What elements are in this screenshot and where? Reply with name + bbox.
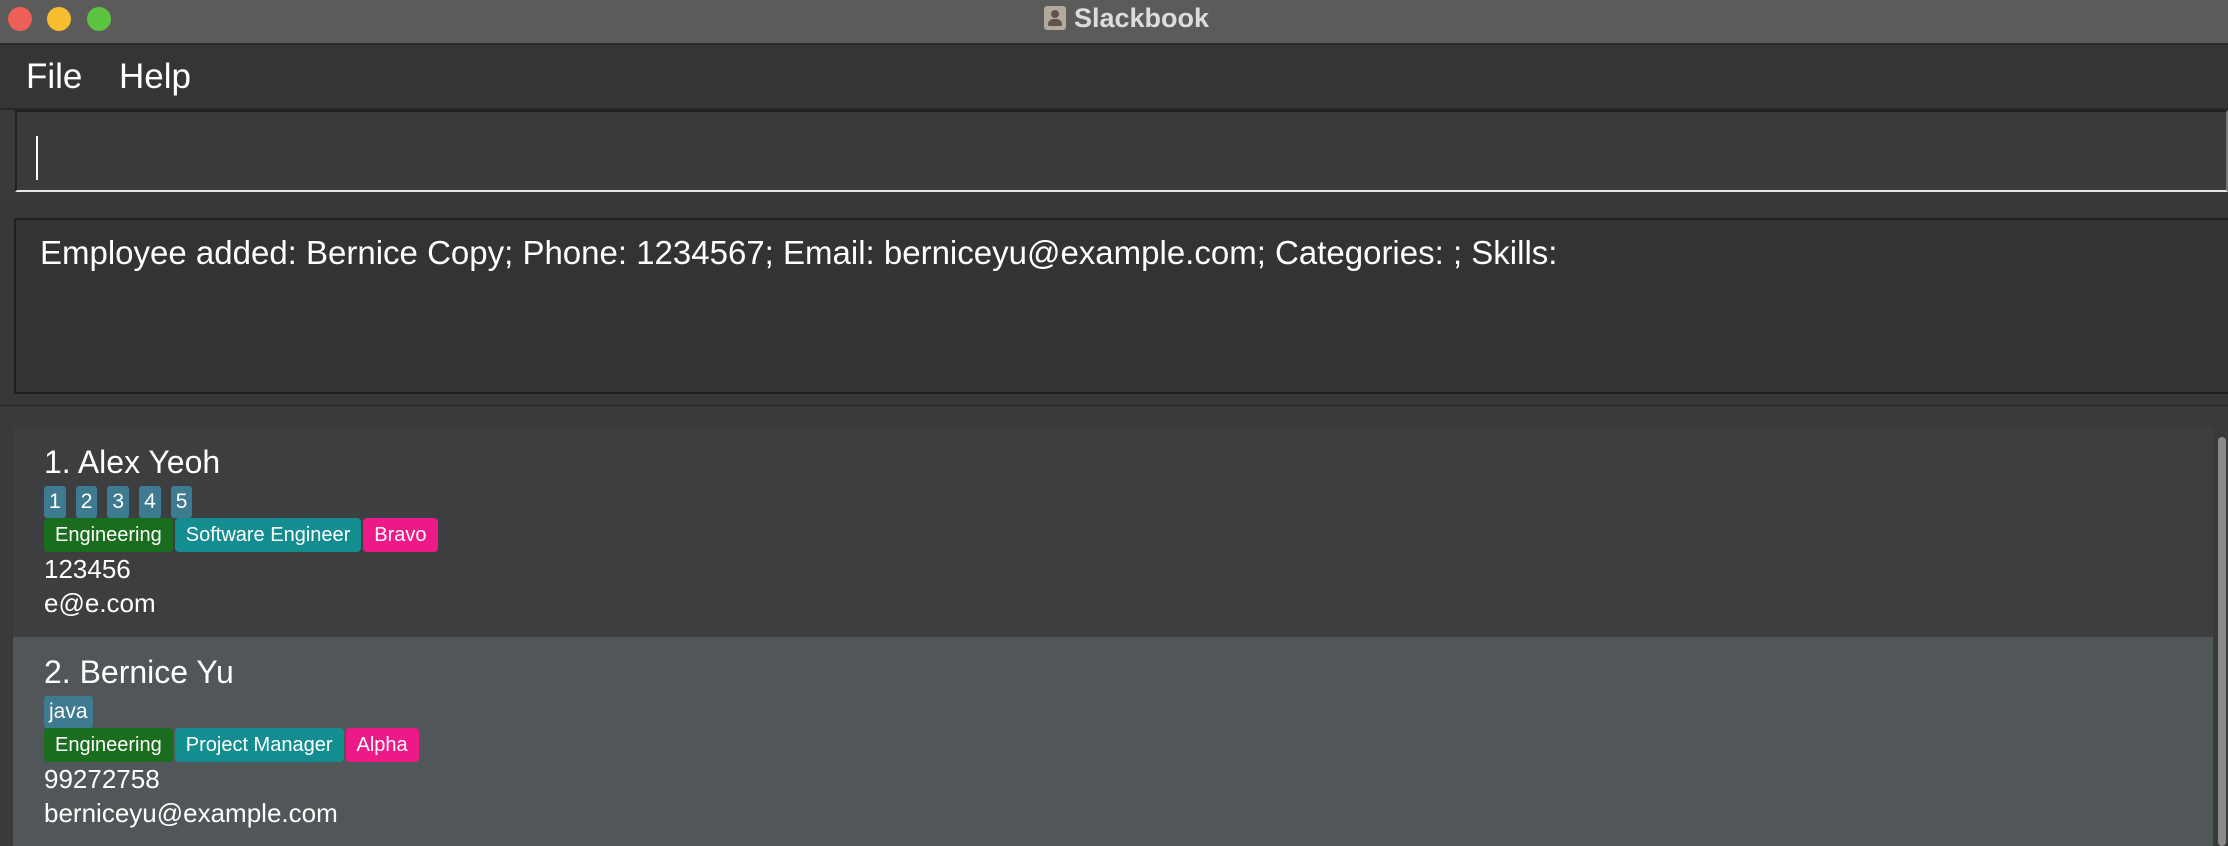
menu-help[interactable]: Help [119,57,191,97]
category-tag-team: Bravo [363,518,438,552]
text-cursor [36,136,38,180]
menu-bar: File Help [0,45,2228,110]
window-titlebar[interactable]: Slackbook [0,0,2228,45]
skill-tag: 4 [139,486,161,518]
maximize-window-button[interactable] [87,7,111,31]
scrollbar-thumb[interactable] [2218,437,2226,846]
employee-card[interactable]: 1. Alex Yeoh 1 2 3 4 5 Engineering Softw… [13,427,2213,637]
skill-tag: 5 [170,486,193,518]
window-title: Slackbook [1074,2,1210,33]
employee-phone: 99272758 [44,764,160,794]
list-scrollbar[interactable] [2216,437,2228,846]
result-display[interactable]: Employee added: Bernice Copy; Phone: 123… [14,218,2228,394]
result-display-area: Employee added: Bernice Copy; Phone: 123… [0,200,2228,407]
result-message: Employee added: Bernice Copy; Phone: 123… [40,234,1558,271]
skill-tags: java [44,696,93,728]
category-tags: Engineering Project Manager Alpha [44,728,419,762]
employee-card[interactable]: 2. Bernice Yu java Engineering Project M… [13,637,2213,846]
window-title-group: Slackbook [1044,2,1209,34]
employee-email: berniceyu@example.com [44,798,338,828]
skill-tag: 3 [107,486,130,518]
employee-list-area: 1. Alex Yeoh 1 2 3 4 5 Engineering Softw… [0,407,2228,846]
minimize-window-button[interactable] [47,7,71,31]
skill-tag: 1 [44,486,66,518]
category-tag-department: Engineering [44,728,173,762]
employee-name: 1. Alex Yeoh [44,444,221,480]
category-tag-team: Alpha [345,728,419,762]
command-area [0,110,2228,200]
skill-tag: 2 [75,486,98,518]
category-tag-role: Project Manager [174,728,344,762]
category-tag-role: Software Engineer [174,518,362,552]
employee-list[interactable]: 1. Alex Yeoh 1 2 3 4 5 Engineering Softw… [13,427,2213,846]
category-tag-department: Engineering [44,518,173,552]
skill-tag: java [44,696,93,728]
menu-file[interactable]: File [26,57,82,97]
command-input[interactable] [15,110,2228,192]
close-window-button[interactable] [8,7,32,31]
address-book-icon [1044,6,1066,30]
employee-name: 2. Bernice Yu [44,654,234,690]
employee-phone: 123456 [44,554,131,584]
skill-tags: 1 2 3 4 5 [44,486,193,518]
employee-email: e@e.com [44,588,156,618]
category-tags: Engineering Software Engineer Bravo [44,518,438,552]
